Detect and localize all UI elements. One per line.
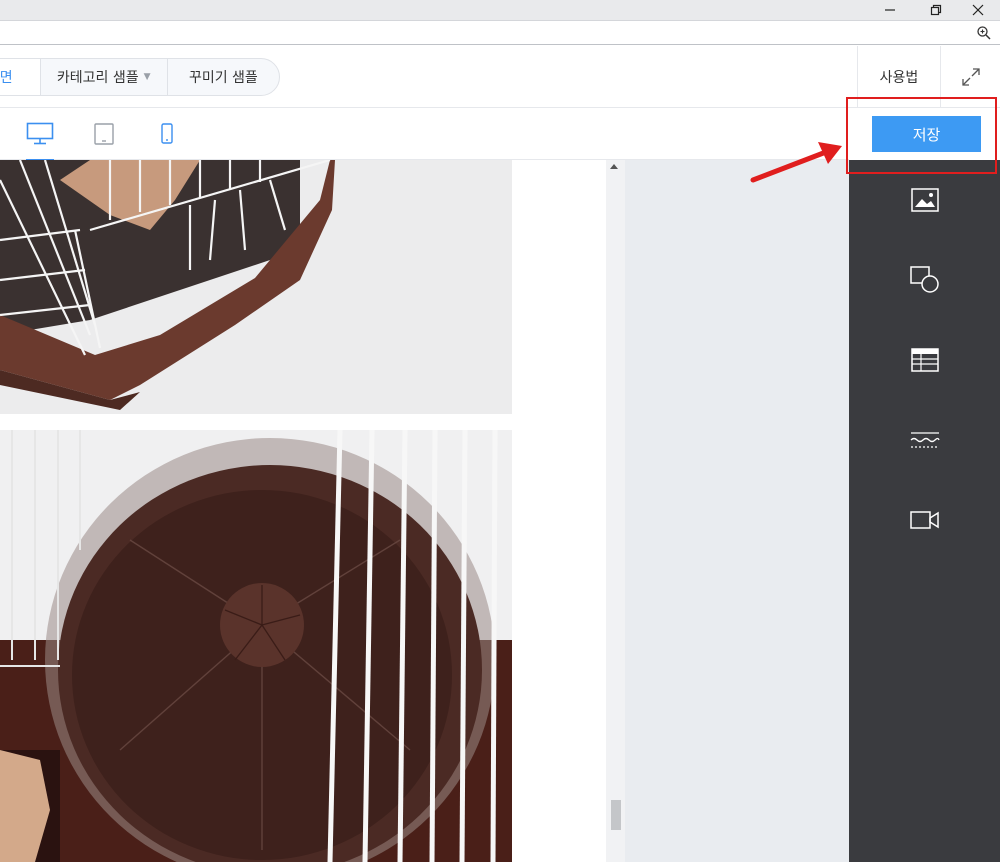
close-button[interactable] <box>956 0 1000 20</box>
arrow-icon <box>750 142 842 183</box>
expand-icon <box>961 68 980 86</box>
restore-icon <box>930 4 942 16</box>
insert-shape-tool[interactable] <box>849 250 1000 310</box>
address-bar <box>0 20 1000 45</box>
tools-panel <box>849 160 1000 862</box>
tab-screen[interactable]: 면 <box>0 59 41 95</box>
tab-label: 꾸미기 샘플 <box>188 70 258 86</box>
restore-button[interactable] <box>914 0 958 20</box>
table-icon <box>910 348 939 372</box>
canvas-scrollbar[interactable] <box>606 160 625 862</box>
shape-icon <box>909 266 939 293</box>
minimize-button[interactable] <box>868 0 912 20</box>
product-photo-cage[interactable] <box>0 160 512 414</box>
device-tablet-button[interactable] <box>82 108 126 160</box>
device-toolbar <box>0 108 849 161</box>
device-desktop-button[interactable] <box>18 108 62 161</box>
tab-category-sample[interactable]: 카테고리 샘플 ▼ <box>41 59 168 95</box>
highlight-box <box>846 97 997 174</box>
tablet-icon <box>94 123 114 145</box>
divider-icon <box>910 432 940 448</box>
product-photo-wheel[interactable] <box>0 430 512 862</box>
editor-canvas <box>0 160 849 862</box>
sample-tabs: 면 카테고리 샘플 ▼ 꾸미기 샘플 <box>0 58 280 96</box>
close-icon <box>972 4 984 16</box>
tab-label: 면 <box>0 70 13 86</box>
mobile-icon <box>161 123 173 144</box>
scroll-up-icon[interactable] <box>610 164 618 169</box>
chevron-down-icon: ▼ <box>143 72 151 82</box>
video-icon <box>909 511 939 529</box>
zoom-icon[interactable] <box>976 25 992 41</box>
device-mobile-button[interactable] <box>145 108 189 160</box>
scroll-thumb[interactable] <box>611 800 621 830</box>
window-titlebar <box>0 0 1000 20</box>
canvas-side-area <box>625 160 849 862</box>
insert-image-tool[interactable] <box>849 170 1000 230</box>
tab-decoration-sample[interactable]: 꾸미기 샘플 <box>168 59 279 95</box>
desktop-icon <box>26 122 54 145</box>
image-icon <box>910 188 939 212</box>
tab-label: 카테고리 샘플 <box>56 70 139 86</box>
minimize-icon <box>885 9 895 11</box>
insert-divider-tool[interactable] <box>849 410 1000 470</box>
insert-video-tool[interactable] <box>849 490 1000 550</box>
insert-table-tool[interactable] <box>849 330 1000 390</box>
